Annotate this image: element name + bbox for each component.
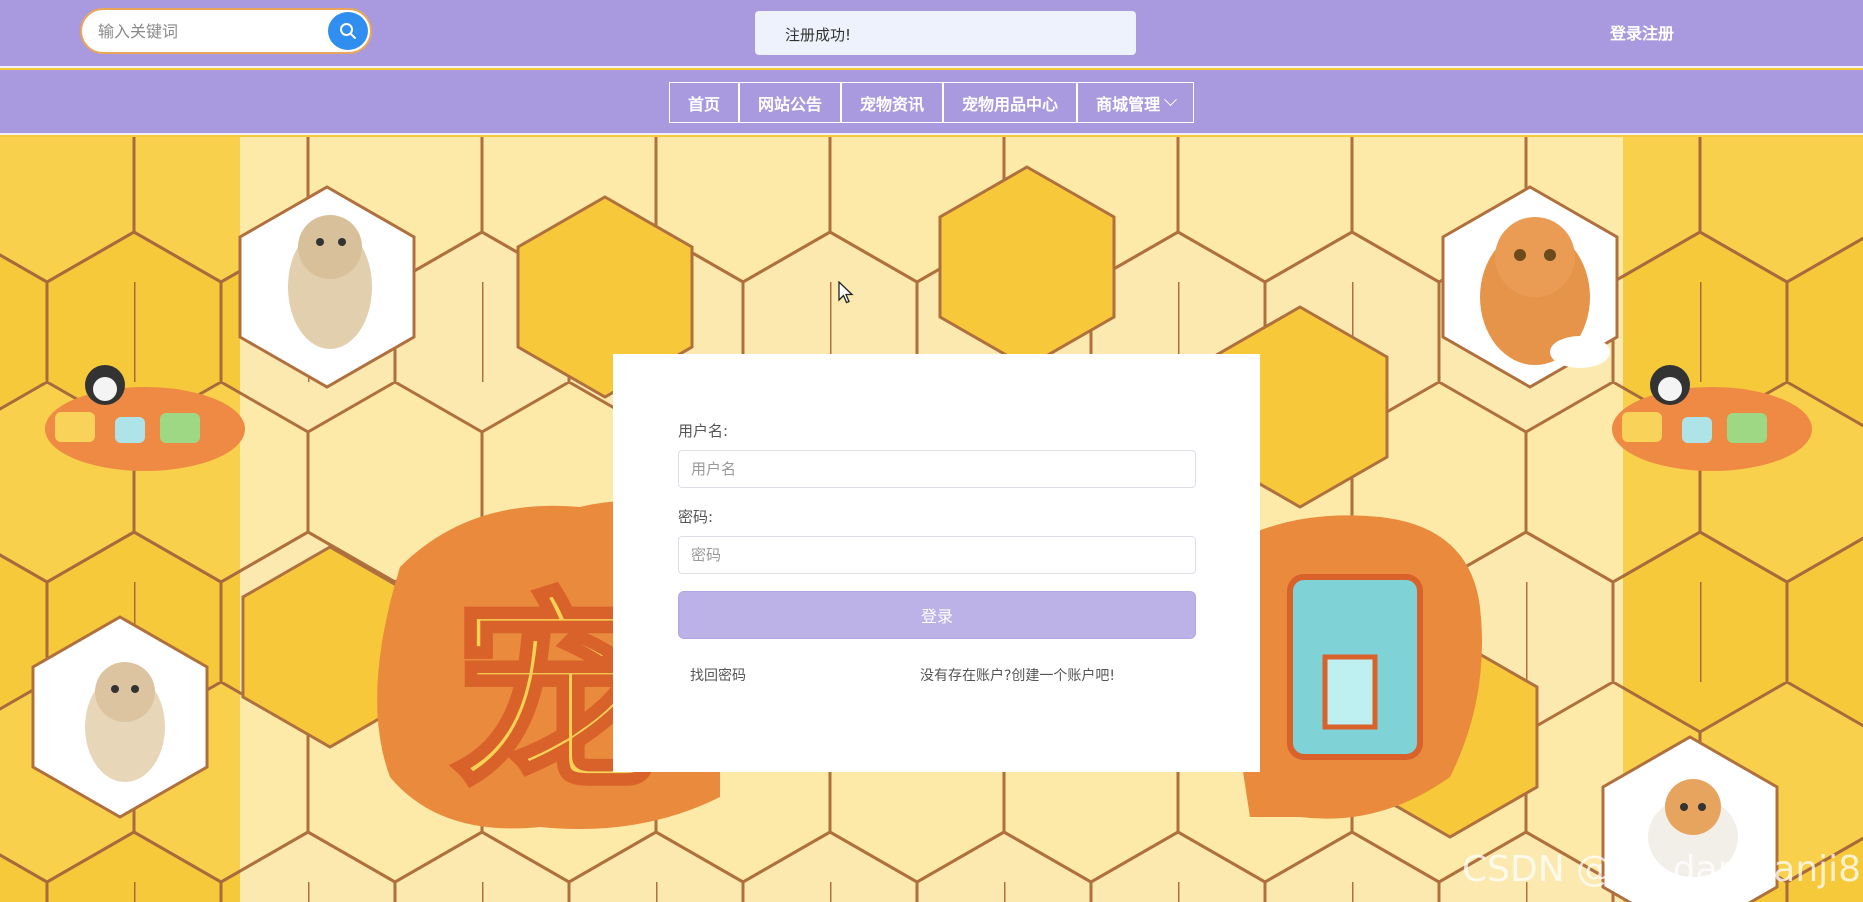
login-button[interactable]: 登录: [678, 591, 1196, 639]
login-register-link[interactable]: 登录注册: [1610, 20, 1674, 44]
username-label: 用户名:: [678, 422, 729, 440]
password-input[interactable]: [678, 536, 1196, 574]
success-toast: 注册成功!: [755, 11, 1136, 55]
toast-message: 注册成功!: [785, 26, 852, 44]
create-account-link[interactable]: 没有存在账户?创建一个账户吧!: [920, 665, 1115, 685]
search-box: [80, 8, 372, 54]
chevron-down-icon: [1164, 93, 1177, 107]
nav-bar: 首页 网站公告 宠物资讯 宠物用品中心 商城管理: [0, 70, 1863, 135]
login-card: 用户名: 密码: 登录 找回密码 没有存在账户?创建一个账户吧!: [613, 354, 1260, 772]
forgot-password-link[interactable]: 找回密码: [690, 665, 746, 685]
search-icon: [340, 23, 356, 39]
nav-mall-management-label: 商城管理: [1096, 94, 1161, 114]
watermark-text: CSDN @vx_danpianji889: [1462, 849, 1863, 890]
nav-pet-supplies-center[interactable]: 宠物用品中心: [944, 83, 1079, 122]
main-nav: 首页 网站公告 宠物资讯 宠物用品中心 商城管理: [669, 82, 1195, 123]
top-header: 注册成功! 登录注册: [0, 0, 1863, 68]
nav-pet-news[interactable]: 宠物资讯: [842, 83, 945, 122]
password-label: 密码:: [678, 508, 714, 526]
search-input[interactable]: [98, 18, 318, 44]
mouse-cursor-icon: [838, 281, 854, 304]
username-input[interactable]: [678, 450, 1196, 488]
nav-announcements[interactable]: 网站公告: [740, 83, 843, 122]
nav-mall-management[interactable]: 商城管理: [1078, 83, 1193, 122]
nav-home[interactable]: 首页: [670, 83, 741, 122]
search-button[interactable]: [328, 12, 368, 50]
